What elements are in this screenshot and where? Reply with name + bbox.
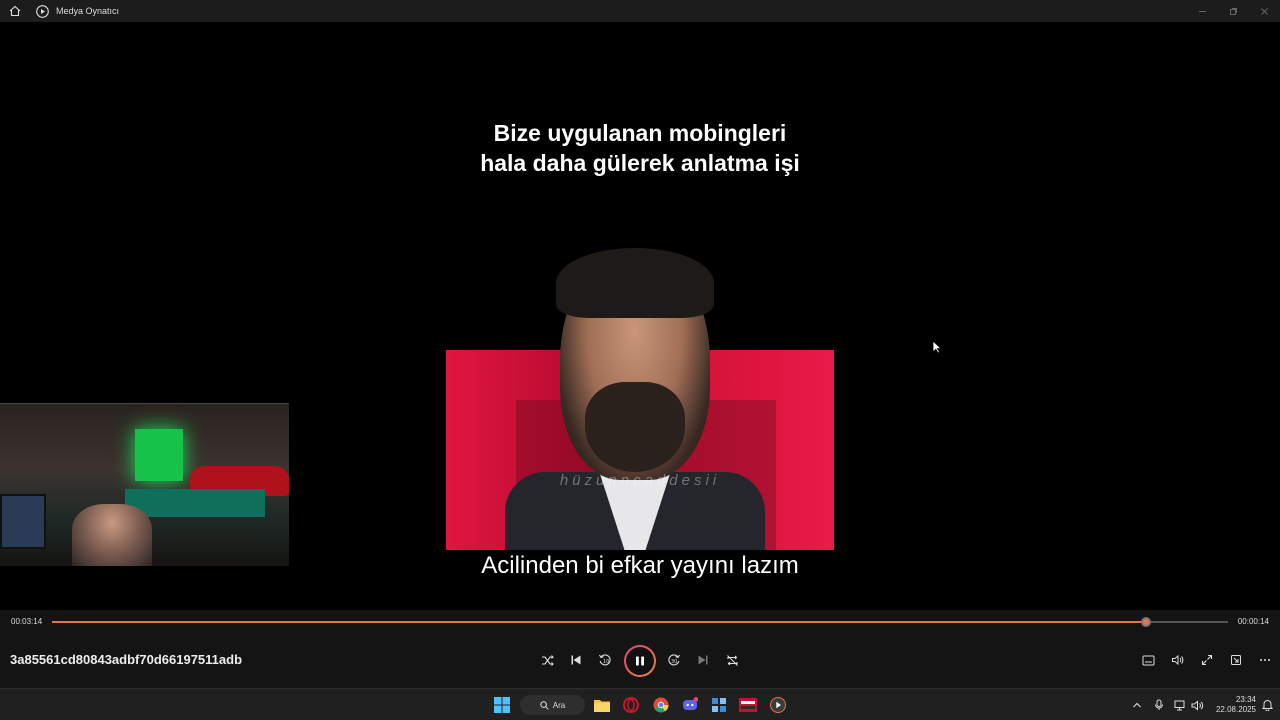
notifications-button[interactable] — [1260, 698, 1274, 712]
discord-taskbar-button[interactable] — [680, 695, 700, 715]
svg-text:10: 10 — [603, 659, 609, 665]
microphone-icon — [1155, 699, 1163, 710]
more-options-button[interactable] — [1252, 648, 1278, 672]
repeat-off-button[interactable] — [719, 648, 745, 672]
rewind-10-icon: 10 — [599, 654, 611, 666]
network-icon — [1174, 700, 1184, 710]
video-person-beard — [585, 382, 685, 472]
app-taskbar-button[interactable] — [709, 695, 729, 715]
current-time: 00:03:14 — [11, 617, 43, 626]
repeat-off-icon — [726, 654, 738, 666]
opera-taskbar-button[interactable] — [621, 695, 641, 715]
speaker-icon — [1191, 699, 1203, 711]
windows-logo-icon — [494, 697, 510, 713]
picture-in-picture-webcam — [0, 403, 289, 566]
mini-player-button[interactable] — [1223, 648, 1249, 672]
clock-date: 22.08.2025 — [1215, 705, 1256, 714]
video-person-hair — [556, 248, 714, 318]
game-taskbar-button[interactable] — [738, 695, 758, 715]
seek-bar[interactable] — [52, 617, 1228, 627]
opera-browser-icon — [623, 697, 639, 713]
video-surface[interactable]: Bize uygulanan mobingleri hala daha güle… — [0, 22, 1280, 610]
mini-player-icon — [1231, 655, 1241, 665]
webcam-person — [72, 504, 152, 566]
minimize-button[interactable] — [1187, 0, 1218, 22]
shuffle-icon — [541, 654, 554, 666]
network-tray-button[interactable] — [1173, 698, 1187, 712]
video-caption-top: Bize uygulanan mobingleri hala daha güle… — [0, 118, 1280, 178]
pause-icon — [636, 656, 644, 666]
taskbar-search-label: Ara — [552, 700, 566, 710]
more-options-icon — [1260, 659, 1270, 661]
title-bar: Medya Oynatıcı — [0, 0, 1280, 22]
home-icon[interactable] — [4, 0, 26, 22]
clock-time: 23:34 — [1235, 695, 1256, 704]
app-grid-icon — [712, 698, 726, 712]
show-hidden-icons-button[interactable] — [1130, 698, 1144, 712]
fullscreen-button[interactable] — [1194, 648, 1220, 672]
webcam-monitor — [0, 494, 46, 549]
media-player-app-icon — [35, 4, 49, 18]
shuffle-button[interactable] — [534, 648, 560, 672]
skip-previous-icon — [571, 655, 581, 665]
previous-button[interactable] — [563, 648, 589, 672]
game-logo-icon — [739, 698, 757, 712]
remaining-time: 00:00:14 — [1237, 617, 1269, 626]
forward-30-icon: 30 — [668, 654, 680, 666]
chrome-browser-icon — [653, 697, 669, 713]
volume-icon — [1171, 654, 1183, 666]
volume-tray-button[interactable] — [1190, 698, 1204, 712]
video-caption-line-1: Bize uygulanan mobingleri — [493, 120, 787, 146]
svg-text:30: 30 — [671, 659, 677, 665]
mouse-cursor-icon — [932, 340, 943, 359]
seek-bar-thumb[interactable] — [1140, 617, 1151, 627]
pause-button[interactable] — [624, 645, 656, 677]
taskbar-search[interactable]: Ara — [520, 695, 585, 715]
media-file-name: 3a85561cd80843adbf70d66197511adb — [10, 652, 243, 667]
window-controls — [1187, 0, 1280, 22]
webcam-led-sign — [135, 429, 183, 481]
notification-bell-icon — [1261, 700, 1273, 711]
player-controls: 00:03:14 00:00:14 3a85561cd80843adbf70d6… — [0, 610, 1280, 688]
microphone-tray-button[interactable] — [1152, 698, 1166, 712]
media-player-icon — [770, 697, 786, 713]
skip-next-icon — [698, 655, 708, 665]
fullscreen-icon — [1201, 654, 1213, 666]
volume-button[interactable] — [1164, 648, 1190, 672]
seek-bar-progress — [52, 621, 1146, 623]
window-title: Medya Oynatıcı — [56, 6, 120, 16]
discord-icon — [683, 697, 698, 710]
windows-taskbar: Ara 23:34 22.08.2025 — [0, 688, 1280, 720]
file-explorer-taskbar-button[interactable] — [592, 695, 612, 715]
system-clock[interactable]: 23:34 22.08.2025 — [1208, 695, 1256, 715]
folder-icon — [594, 700, 610, 712]
search-icon — [540, 700, 549, 710]
next-button[interactable] — [690, 648, 716, 672]
maximize-button[interactable] — [1218, 0, 1249, 22]
forward-30-button[interactable]: 30 — [661, 648, 687, 672]
video-caption-line-2: hala daha gülerek anlatma işi — [480, 150, 800, 176]
webcam-pool-table — [125, 489, 265, 517]
subtitles-button[interactable] — [1135, 648, 1161, 672]
chrome-taskbar-button[interactable] — [651, 695, 671, 715]
close-button[interactable] — [1249, 0, 1280, 22]
start-button[interactable] — [492, 695, 512, 715]
media-player-taskbar-button[interactable] — [768, 695, 788, 715]
chevron-up-icon — [1133, 702, 1141, 708]
rewind-10-button[interactable]: 10 — [592, 648, 618, 672]
video-watermark: hüzunncaddesii — [559, 472, 721, 489]
subtitles-icon — [1142, 655, 1154, 665]
